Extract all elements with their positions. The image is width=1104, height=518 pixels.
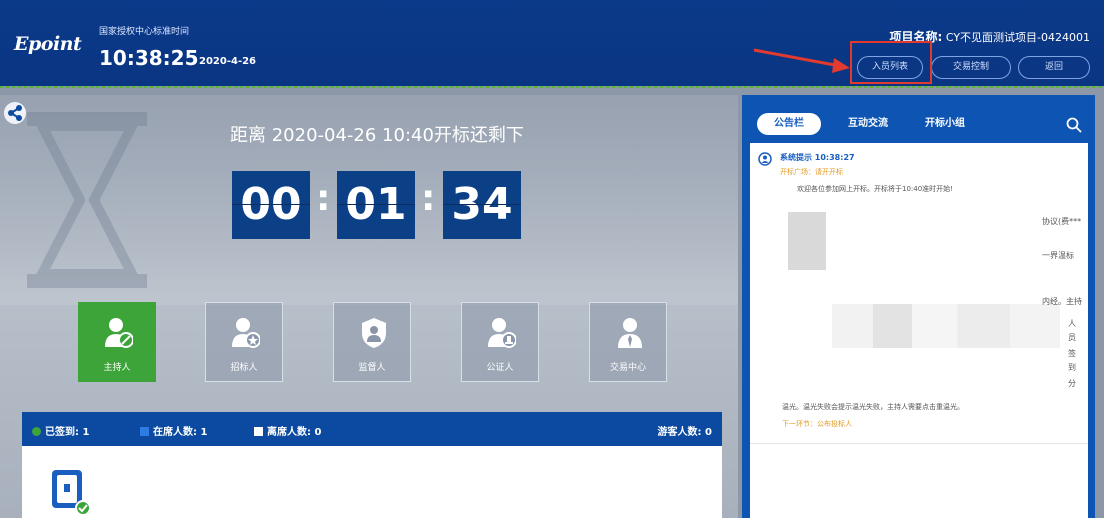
message-text: 欢迎各位参加网上开标。开标将于10:40准时开始! [797, 185, 953, 193]
online-square-icon [140, 427, 149, 436]
message-fragment: 一界温标 [1042, 251, 1074, 260]
message-fragment: 员 [1068, 333, 1076, 342]
tab-bulletin[interactable]: 公告栏 [757, 113, 821, 135]
current-date: 2020-4-26 [199, 56, 257, 67]
role-label: 监督人 [358, 363, 386, 373]
message-fragment: 内经。主持 [1042, 297, 1082, 306]
project-name: CY不见面测试项目-0424001 [945, 31, 1090, 44]
trade-control-button[interactable]: 交易控制 [931, 56, 1011, 79]
offline-count: 离席人数: 0 [254, 423, 321, 438]
tab-interaction[interactable]: 互动交流 [833, 113, 903, 135]
host-icon [105, 318, 133, 348]
supervisor-icon [362, 318, 386, 348]
notary-icon [488, 318, 516, 348]
offline-square-icon [254, 427, 263, 436]
message-fragment: 协议(费*** [1042, 217, 1082, 226]
countdown-separator: : [421, 178, 436, 219]
current-time: 10:38:25 [99, 46, 199, 70]
attendee-book-icon[interactable] [46, 468, 92, 518]
message-tag: 开标广场：请开开标 [780, 168, 843, 176]
message-fragment: 人 [1068, 319, 1076, 328]
tab-bid-group[interactable]: 开标小组 [912, 113, 978, 135]
header-divider [0, 86, 1104, 88]
hourglass-icon [27, 112, 147, 288]
role-label: 招标人 [230, 363, 258, 373]
time-source-label: 国家授权中心标准时间 [99, 27, 190, 37]
check-circle-icon [32, 427, 41, 436]
message-fragment: 分 [1068, 379, 1076, 388]
role-card-trade-center[interactable]: 交易中心 [589, 302, 667, 382]
signed-in-text: 已签到: 1 [45, 427, 90, 438]
role-card-tenderer[interactable]: 招标人 [205, 302, 283, 382]
blurred-content [788, 212, 826, 270]
trade-center-icon [618, 318, 642, 348]
message-fragment: 到 [1068, 363, 1076, 372]
return-button[interactable]: 返回 [1018, 56, 1090, 79]
online-text: 在席人数: 1 [153, 427, 208, 438]
search-icon[interactable] [1066, 117, 1082, 133]
role-label: 主持人 [103, 363, 131, 373]
annotation-arrow-icon [753, 48, 850, 73]
role-label: 公证人 [486, 363, 514, 373]
blurred-content [832, 304, 1060, 348]
role-card-host[interactable]: 主持人 [78, 302, 156, 382]
role-label: 交易中心 [609, 363, 646, 373]
share-icon[interactable] [4, 102, 26, 124]
epoint-logo: Epoint [14, 33, 82, 55]
meeting-screen: Epoint 国家授权中心标准时间 10:38:25 2020-4-26 项目名… [0, 0, 1104, 518]
next-step-link[interactable]: 下一环节：公布投标人 [782, 419, 852, 429]
message-fragment: 签 [1068, 349, 1076, 358]
message-sender-time: 系统提示 10:38:27 [780, 153, 855, 162]
online-count: 在席人数: 1 [140, 423, 207, 438]
user-avatar-icon [758, 152, 772, 166]
offline-text: 离席人数: 0 [267, 427, 322, 438]
countdown-minutes: 01 [337, 171, 415, 239]
tenderer-icon [232, 318, 260, 348]
signed-in-count: 已签到: 1 [32, 423, 89, 438]
countdown-separator: : [316, 178, 331, 219]
message-text: 温光。温光失败会提示温光失败，主持人需要点击重温光。 [782, 403, 964, 411]
attendance-stats-bar: 已签到: 1 在席人数: 1 离席人数: 0 游客人数: 0 [22, 412, 722, 446]
guest-count: 游客人数: 0 [657, 427, 712, 438]
countdown-seconds: 34 [443, 171, 521, 239]
annotation-highlight-box [850, 41, 932, 84]
attendee-list [22, 446, 722, 518]
role-card-notary[interactable]: 公证人 [461, 302, 539, 382]
countdown-title: 距离 2020-04-26 10:40开标还剩下 [230, 125, 524, 146]
countdown-hours: 00 [232, 171, 310, 239]
role-card-supervisor[interactable]: 监督人 [333, 302, 411, 382]
